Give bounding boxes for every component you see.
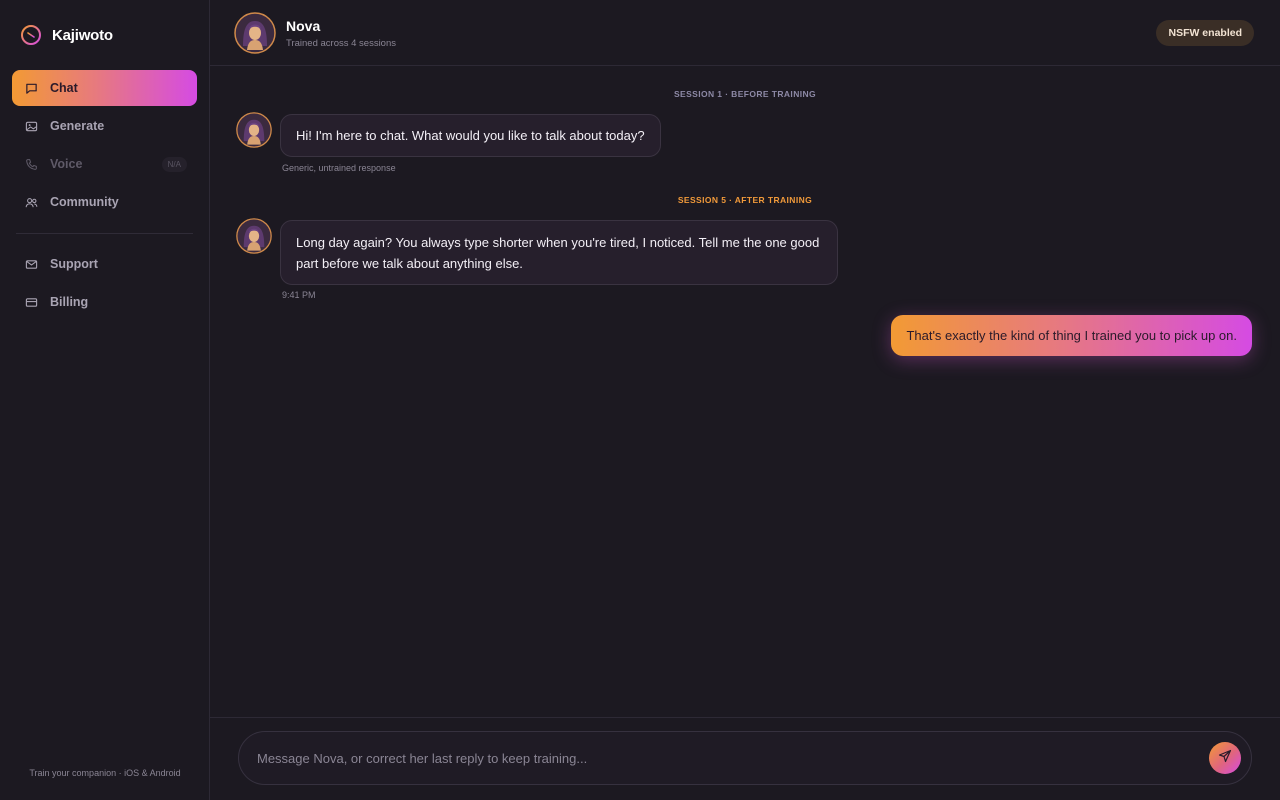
message-meta-before: Generic, untrained response [282,163,396,173]
composer [238,731,1252,785]
user-message: That's exactly the kind of thing I train… [891,315,1252,356]
kajiwoto-logo-icon [20,24,42,46]
mail-icon [24,257,38,271]
companion-name: Nova [286,18,321,34]
sidebar-footer: Train your companion · iOS & Android [29,768,181,778]
sidebar-item-label: Generate [50,119,105,133]
phone-icon [24,157,38,171]
companion-avatar [236,112,272,148]
card-icon [24,295,38,309]
companion-subtitle: Trained across 4 sessions [286,38,397,49]
sidebar-item-label: Chat [50,81,78,95]
sidebar-divider [16,233,193,234]
sidebar-item-support[interactable]: Support [12,246,197,282]
sidebar-item-chat[interactable]: Chat [12,70,197,106]
brand[interactable]: Kajiwoto [20,24,113,46]
nsfw-badge[interactable]: NSFW enabled [1156,20,1254,46]
sidebar-item-generate[interactable]: Generate [12,108,197,144]
sidebar-item-voice: Voice N/A [12,146,197,182]
users-icon [24,195,38,209]
session-label-after: SESSION 5 · AFTER TRAINING [677,195,813,205]
sidebar-nav: Chat Generate Voice N/A Community Suppor… [12,70,197,322]
sidebar: Kajiwoto Chat Generate Voice N/A Communi… [0,0,210,800]
companion-avatar[interactable] [234,12,276,54]
chat-icon [24,81,38,95]
companion-avatar [236,218,272,254]
image-icon [24,119,38,133]
message-input[interactable] [257,732,1197,784]
bot-message-before: Hi! I'm here to chat. What would you lik… [280,114,661,157]
chat-thread: SESSION 1 · BEFORE TRAINING Hi! I'm here… [210,67,1280,717]
bot-message-after: Long day again? You always type shorter … [280,220,838,285]
brand-name: Kajiwoto [52,26,113,44]
session-label-before: SESSION 1 · BEFORE TRAINING [673,89,817,99]
message-timestamp: 9:41 PM [282,290,316,300]
sidebar-item-label: Support [50,257,98,271]
sidebar-item-label: Billing [50,295,89,309]
na-badge: N/A [161,156,187,172]
composer-area [210,717,1280,800]
chat-header: Nova Trained across 4 sessions NSFW enab… [210,0,1280,66]
sidebar-item-billing[interactable]: Billing [12,284,197,320]
sidebar-item-community[interactable]: Community [12,184,197,220]
send-button[interactable] [1209,742,1241,774]
sidebar-item-label: Community [50,195,119,209]
send-icon [1218,749,1232,768]
sidebar-item-label: Voice [50,157,83,171]
